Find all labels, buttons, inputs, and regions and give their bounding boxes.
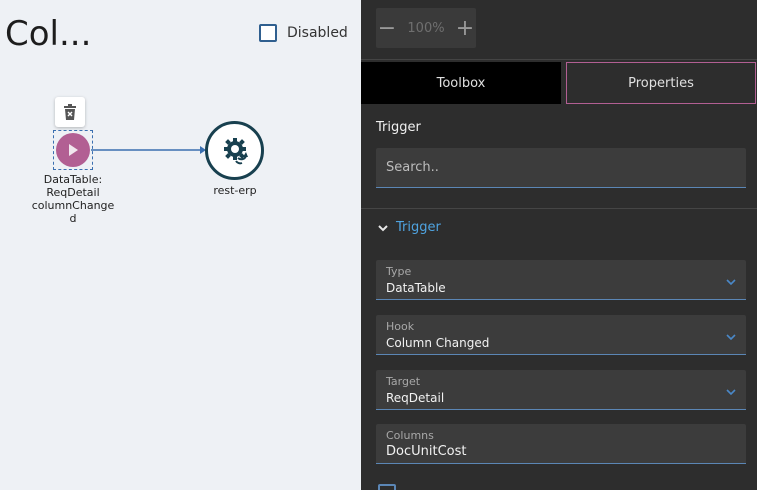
tab-toolbox[interactable]: Toolbox (361, 62, 561, 104)
type-label: Type (386, 265, 412, 278)
search-input[interactable] (376, 148, 746, 187)
target-select[interactable]: Target ReqDetail (376, 370, 746, 410)
search-field[interactable] (376, 148, 746, 188)
type-value: DataTable (386, 281, 446, 295)
chevron-down-icon (726, 389, 736, 396)
zoom-in-button[interactable]: + (454, 8, 476, 48)
flow-canvas[interactable]: Col... Disabled DataTable: ReqDetail col… (0, 0, 361, 490)
trigger-label-line: d (69, 212, 77, 225)
chevron-down-icon (726, 334, 736, 341)
trigger-node-label: DataTable: ReqDetail columnChange d (30, 173, 116, 225)
trigger-node[interactable] (56, 133, 90, 167)
action-node-label: rest-erp (213, 184, 257, 197)
columns-field[interactable]: Columns DocUnitCost (376, 424, 746, 464)
trigger-label-line: ReqDetail (46, 186, 100, 199)
target-value: ReqDetail (386, 391, 445, 405)
columns-label: Columns (386, 429, 434, 442)
target-label: Target (386, 375, 421, 388)
section-title: Trigger (376, 120, 421, 135)
chevron-down-icon (726, 279, 736, 286)
properties-panel: − 100% + Toolbox Properties Trigger Trig… (361, 0, 757, 490)
node-connector (91, 146, 206, 154)
hook-value: Column Changed (386, 336, 490, 350)
play-icon (69, 144, 78, 156)
divider (361, 59, 757, 60)
trigger-group-label: Trigger (396, 220, 441, 235)
divider (361, 208, 757, 209)
trigger-label-line: DataTable: (43, 173, 103, 186)
chevron-down-icon (378, 224, 388, 231)
hook-label: Hook (386, 320, 415, 333)
columns-value: DocUnitCost (386, 444, 467, 459)
trigger-label-line: columnChange (31, 199, 115, 212)
tab-properties[interactable]: Properties (566, 62, 756, 104)
zoom-level: 100% (407, 20, 445, 36)
bottom-checkbox[interactable] (378, 484, 396, 490)
zoom-out-button[interactable]: − (376, 8, 398, 48)
trigger-group-header[interactable]: Trigger (376, 220, 441, 235)
hook-select[interactable]: Hook Column Changed (376, 315, 746, 355)
type-select[interactable]: Type DataTable (376, 260, 746, 300)
action-node[interactable] (205, 121, 264, 180)
gear-sync-icon (223, 137, 248, 164)
zoom-control: − 100% + (376, 8, 476, 48)
